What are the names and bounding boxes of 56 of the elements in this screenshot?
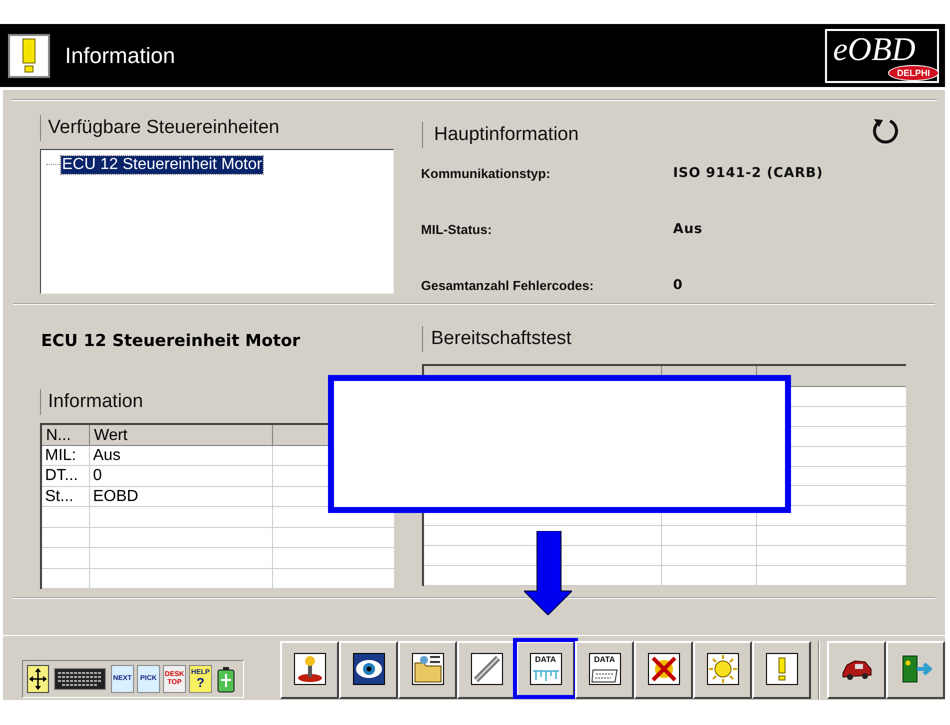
keyboard-icon [54,665,106,693]
joystick-icon [294,652,326,684]
battery-button[interactable] [215,665,237,693]
joystick-button[interactable] [280,641,339,699]
field-label: MIL-Status: [421,222,493,236]
table-cell [42,568,90,589]
folder-button[interactable] [398,641,457,699]
data-graph-icon [530,652,562,684]
table-cell: EOBD [90,486,273,508]
section-title: Hauptinformation [434,124,579,146]
probe-icon [470,652,502,684]
table-cell [42,548,90,569]
field-value: ISO 9141-2 (CARB) [673,165,824,181]
car-button[interactable] [827,641,886,699]
move-button[interactable] [27,665,49,693]
field-value: 0 [673,277,684,293]
window-title: Information [65,42,176,68]
table-cell: DT... [42,466,90,487]
exit-button[interactable] [886,641,945,699]
table-cell [42,507,90,528]
keyboard-button[interactable] [54,665,106,693]
logo-badge: DELPHI [888,64,939,80]
list-item[interactable]: ECU 12 Steuereinheit Motor [61,156,264,174]
table-cell: MIL: [42,446,90,466]
data-list-icon [588,652,620,684]
bulb-button[interactable] [693,641,752,699]
cross-button[interactable] [634,641,693,699]
table-cell: Aus [90,446,273,466]
battery-icon [215,665,237,693]
field-label: Kommunikationstyp: [421,166,552,180]
exclamation-icon [21,38,37,74]
field-label: Gesamtanzahl Fehlercodes: [421,278,595,292]
bulb-icon [706,652,738,684]
data-list-button[interactable]: DATA [575,641,634,699]
eye-button[interactable] [339,641,398,699]
table-cell [42,528,90,548]
ecu-list[interactable]: ECU 12 Steuereinheit Motor [40,149,394,294]
move-icon [27,665,49,693]
exclamation-icon [766,652,798,684]
section-title: Information [48,391,144,413]
column-header[interactable]: Wert [90,425,273,446]
table-cell: 0 [90,466,273,487]
section-title: Verfügbare Steuereinheiten [48,117,280,139]
column-header[interactable]: N... [42,425,90,446]
data-graph-button[interactable]: DATA [516,641,575,699]
table-cell: St... [42,486,90,508]
folder-icon [412,652,444,684]
field-value: Aus [673,221,704,237]
section-title: Bereitschaftstest [431,328,572,350]
eye-icon [352,652,384,684]
exit-door-icon [900,652,932,684]
alert-button[interactable] [752,641,811,699]
ecu-name: ECU 12 Steuereinheit Motor [41,331,302,352]
sensor-button[interactable] [457,641,516,699]
refresh-icon[interactable] [870,116,900,146]
cross-icon [648,652,680,684]
